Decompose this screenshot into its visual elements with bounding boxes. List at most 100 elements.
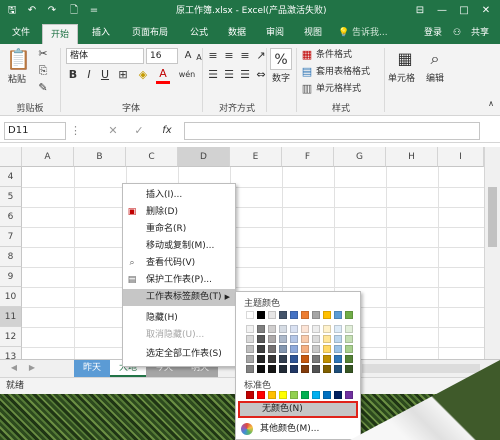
cancel-icon[interactable]: ✕ [106, 123, 120, 139]
theme-shade-swatch[interactable] [246, 345, 254, 353]
align-left-icon[interactable]: ☰ [206, 67, 220, 83]
row-header[interactable]: 5 [0, 187, 22, 207]
theme-shade-swatch[interactable] [312, 325, 320, 333]
number-format-icon[interactable]: % [270, 48, 292, 70]
italic-button[interactable]: I [82, 67, 96, 83]
copy-icon[interactable]: ⎘ [36, 63, 50, 79]
theme-shade-swatch[interactable] [312, 365, 320, 373]
theme-shade-swatch[interactable] [301, 355, 309, 363]
theme-shade-swatch[interactable] [246, 325, 254, 333]
standard-color-swatch[interactable] [301, 391, 309, 399]
menu-unhide[interactable]: 取消隐藏(U)... [123, 327, 235, 344]
theme-shade-swatch[interactable] [257, 335, 265, 343]
theme-shade-swatch[interactable] [312, 355, 320, 363]
login-link[interactable]: 登录 [418, 22, 448, 44]
align-top-icon[interactable]: ≡ [206, 48, 220, 64]
theme-shade-swatch[interactable] [345, 355, 353, 363]
row-header[interactable]: 4 [0, 167, 22, 187]
theme-shade-swatch[interactable] [246, 355, 254, 363]
column-header[interactable]: A [22, 147, 74, 167]
menu-move-copy[interactable]: 移动或复制(M)... [123, 238, 235, 255]
column-header[interactable]: F [282, 147, 334, 167]
theme-shade-swatch[interactable] [345, 345, 353, 353]
conditional-format-button[interactable]: 条件格式 [316, 48, 352, 62]
ribbon-display-icon[interactable]: ⊟ [412, 3, 428, 19]
prev-sheet-icon[interactable]: ◀ [8, 360, 20, 376]
standard-color-swatch[interactable] [345, 391, 353, 399]
theme-color-swatch[interactable] [257, 311, 265, 319]
vertical-scrollbar[interactable] [484, 147, 500, 359]
minimize-button[interactable]: — [434, 3, 450, 19]
row-header[interactable]: 6 [0, 207, 22, 227]
save-icon[interactable]: 🖫 [4, 3, 20, 19]
table-format-button[interactable]: 套用表格格式 [316, 65, 370, 79]
theme-color-swatch[interactable] [301, 311, 309, 319]
tab-formulas[interactable]: 公式 [182, 22, 216, 44]
theme-shade-swatch[interactable] [279, 355, 287, 363]
menu-tab-color[interactable]: 工作表标签颜色(T) ▶ [123, 289, 235, 306]
share-button[interactable]: 共享 [464, 22, 496, 44]
theme-shade-swatch[interactable] [301, 335, 309, 343]
theme-shade-swatch[interactable] [279, 325, 287, 333]
theme-shade-swatch[interactable] [268, 335, 276, 343]
theme-color-swatch[interactable] [268, 311, 276, 319]
font-name-select[interactable]: 楷体 [66, 48, 144, 64]
tab-file[interactable]: 文件 [4, 22, 38, 44]
undo-icon[interactable]: ↶ [24, 3, 40, 19]
standard-color-swatch[interactable] [257, 391, 265, 399]
standard-color-swatch[interactable] [323, 391, 331, 399]
row-header[interactable]: 13 [0, 347, 22, 359]
cut-icon[interactable]: ✂ [36, 46, 50, 62]
grow-font-icon[interactable]: A [182, 48, 194, 64]
phonetic-icon[interactable]: wén [176, 67, 198, 83]
standard-color-swatch[interactable] [312, 391, 320, 399]
collapse-ribbon-icon[interactable]: ∧ [486, 96, 496, 112]
number-button[interactable]: 数字 [272, 72, 290, 86]
theme-shade-swatch[interactable] [301, 365, 309, 373]
customize-toolbar-icon[interactable]: = [86, 3, 102, 19]
theme-shade-swatch[interactable] [345, 365, 353, 373]
row-header[interactable]: 8 [0, 247, 22, 267]
theme-shade-swatch[interactable] [257, 345, 265, 353]
theme-shade-swatch[interactable] [257, 355, 265, 363]
theme-shade-swatch[interactable] [246, 335, 254, 343]
theme-shade-swatch[interactable] [279, 335, 287, 343]
theme-color-swatch[interactable] [334, 311, 342, 319]
theme-shade-swatch[interactable] [279, 365, 287, 373]
theme-shade-swatch[interactable] [301, 345, 309, 353]
theme-shade-swatch[interactable] [290, 345, 298, 353]
theme-shade-swatch[interactable] [312, 335, 320, 343]
theme-shade-swatch[interactable] [279, 345, 287, 353]
select-all-corner[interactable] [0, 147, 22, 167]
theme-color-swatch[interactable] [312, 311, 320, 319]
theme-shade-swatch[interactable] [268, 355, 276, 363]
theme-shade-swatch[interactable] [290, 355, 298, 363]
paste-icon[interactable]: 📋 [6, 46, 31, 72]
align-right-icon[interactable]: ☰ [238, 67, 252, 83]
theme-color-swatch[interactable] [323, 311, 331, 319]
cell-style-button[interactable]: 单元格样式 [316, 82, 361, 96]
standard-color-swatch[interactable] [334, 391, 342, 399]
menu-hide[interactable]: 隐藏(H) [123, 310, 235, 327]
column-header[interactable]: G [334, 147, 386, 167]
theme-shade-swatch[interactable] [334, 365, 342, 373]
tab-page-layout[interactable]: 页面布局 [122, 22, 178, 44]
scroll-thumb[interactable] [488, 187, 497, 247]
fill-color-icon[interactable]: ◈ [136, 67, 150, 83]
theme-shade-swatch[interactable] [290, 365, 298, 373]
redo-icon[interactable]: ↷ [44, 3, 60, 19]
row-header[interactable]: 9 [0, 267, 22, 287]
more-colors-button[interactable]: 其他颜色(M)... [238, 421, 358, 438]
menu-protect-sheet[interactable]: ▤ 保护工作表(P)... [123, 272, 235, 289]
theme-shade-swatch[interactable] [246, 365, 254, 373]
tab-review[interactable]: 审阅 [258, 22, 292, 44]
theme-shade-swatch[interactable] [268, 325, 276, 333]
cells-button[interactable]: 单元格 [388, 72, 415, 86]
menu-select-all-sheets[interactable]: 选定全部工作表(S) [123, 346, 235, 363]
menu-view-code[interactable]: ⌕ 查看代码(V) [123, 255, 235, 272]
column-header[interactable]: B [74, 147, 126, 167]
row-header[interactable]: 10 [0, 287, 22, 307]
row-header[interactable]: 7 [0, 227, 22, 247]
theme-shade-swatch[interactable] [323, 345, 331, 353]
next-sheet-icon[interactable]: ▶ [26, 360, 38, 376]
